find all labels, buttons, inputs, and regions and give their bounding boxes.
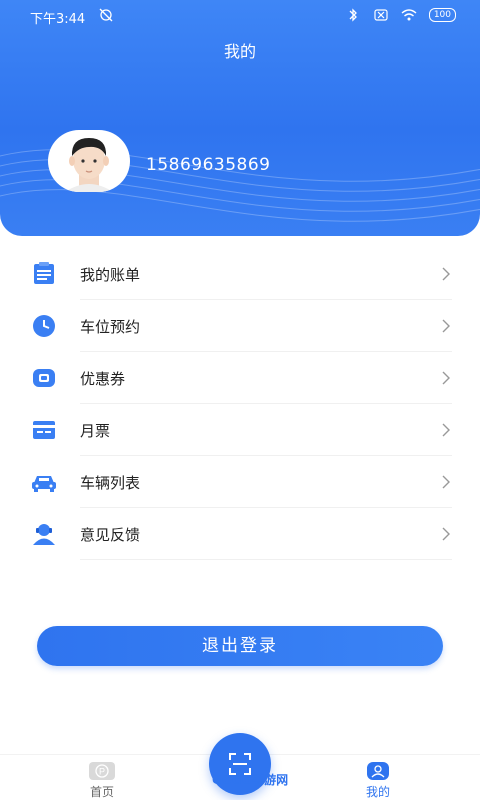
menu-label-coupon: 优惠券 bbox=[80, 370, 126, 388]
divider bbox=[80, 559, 452, 560]
page-title: 我的 bbox=[223, 42, 256, 61]
menu-label-vehicles: 车辆列表 bbox=[80, 474, 141, 492]
chevron-right-icon bbox=[442, 371, 450, 385]
chevron-right-icon bbox=[442, 475, 450, 489]
ticket-icon bbox=[33, 421, 55, 439]
svg-text:P: P bbox=[99, 767, 105, 777]
chevron-right-icon bbox=[442, 527, 450, 541]
menu-item-vehicles[interactable]: 车辆列表 bbox=[0, 456, 480, 508]
parking-icon: P bbox=[89, 762, 115, 780]
battery-icon: 100 bbox=[428, 8, 456, 22]
menu-label-feedback: 意见反馈 bbox=[80, 526, 141, 544]
tab-mine[interactable]: 我的 bbox=[338, 761, 418, 800]
logout-button[interactable]: 退出登录 bbox=[37, 626, 443, 666]
user-phone: 15869635869 bbox=[146, 155, 271, 175]
tab-home-label: 首页 bbox=[89, 785, 114, 799]
bluetooth-icon bbox=[349, 8, 357, 22]
chevron-right-icon bbox=[442, 319, 450, 333]
menu-label-reservation: 车位预约 bbox=[80, 318, 141, 336]
chevron-right-icon bbox=[442, 423, 450, 437]
menu-item-bill[interactable]: 我的账单 bbox=[0, 248, 480, 300]
coupon-icon bbox=[33, 369, 55, 387]
tab-mine-label: 我的 bbox=[365, 785, 390, 799]
menu-item-monthly-ticket[interactable]: 月票 bbox=[0, 404, 480, 456]
menu-label-monthly-ticket: 月票 bbox=[80, 422, 111, 440]
avatar[interactable] bbox=[48, 130, 130, 192]
menu-item-reservation[interactable]: 车位预约 bbox=[0, 300, 480, 352]
feedback-icon bbox=[33, 524, 55, 545]
menu-item-coupon[interactable]: 优惠券 bbox=[0, 352, 480, 404]
wifi-icon bbox=[401, 9, 417, 21]
profile-header: 下午3:44 100 我的 15869635869 bbox=[0, 0, 480, 236]
no-sim-icon bbox=[374, 9, 388, 21]
user-avatar-icon bbox=[65, 138, 113, 192]
status-time: 下午3:44 bbox=[30, 12, 86, 27]
chevron-right-icon bbox=[442, 267, 450, 281]
menu-list: 我的账单 车位预约 优惠券 月票 车辆列表 意见反馈 bbox=[0, 248, 480, 560]
profile-screen: 下午3:44 100 我的 15869635869 我的账单 车位预约 优惠券 … bbox=[0, 0, 480, 800]
clock-icon bbox=[33, 315, 55, 337]
status-icons: 100 bbox=[345, 8, 456, 22]
status-bar: 下午3:44 100 bbox=[0, 0, 480, 32]
user-icon bbox=[367, 762, 389, 780]
watermark-logo: GOGO手游网 bbox=[212, 773, 289, 787]
menu-item-feedback[interactable]: 意见反馈 bbox=[0, 508, 480, 560]
alarm-off-icon bbox=[99, 8, 113, 22]
menu-label-bill: 我的账单 bbox=[80, 266, 141, 284]
car-icon bbox=[32, 476, 56, 492]
tab-home[interactable]: P 首页 bbox=[62, 761, 142, 800]
bill-icon bbox=[34, 262, 54, 284]
